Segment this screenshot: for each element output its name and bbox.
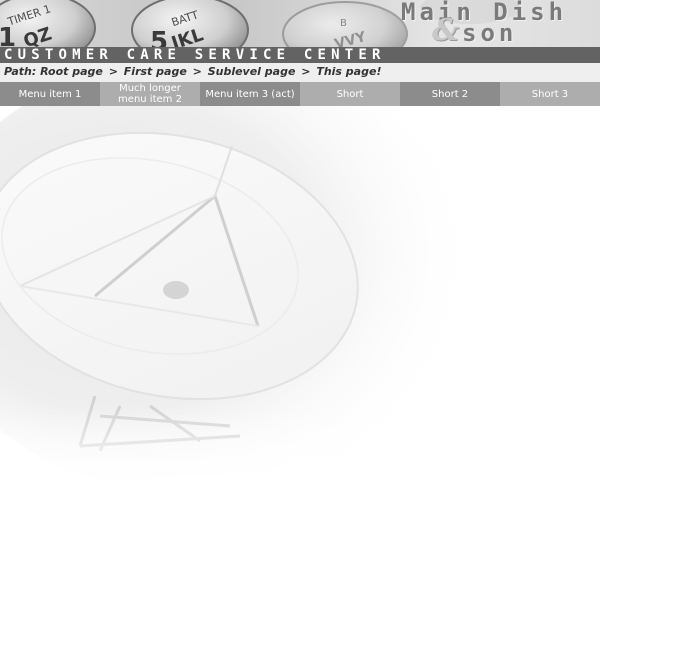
- breadcrumb-link-sublevel[interactable]: Sublevel page: [208, 65, 296, 78]
- page: 1 TIMER 1 QZ 5 BATT JKL B VVY Main Dish …: [0, 0, 683, 655]
- menu-item-2[interactable]: Much longer menu item 2: [100, 82, 200, 106]
- header-banner: 1 TIMER 1 QZ 5 BATT JKL B VVY Main Dish …: [0, 0, 600, 47]
- breadcrumb-link-root[interactable]: Root page: [40, 65, 103, 78]
- menu-item-short-3[interactable]: Short 3: [500, 82, 600, 106]
- brand-name-son: son: [462, 19, 518, 47]
- satellite-dish-illustration: [0, 106, 600, 486]
- breadcrumb: Path: Root page > First page > Sublevel …: [4, 65, 381, 79]
- site-subtitle: CUSTOMER CARE SERVICE CENTER: [4, 47, 386, 63]
- path-bar: Path: Root page > First page > Sublevel …: [0, 63, 600, 82]
- breadcrumb-separator: >: [301, 65, 311, 78]
- menu-item-short[interactable]: Short: [300, 82, 400, 106]
- menu-item-1[interactable]: Menu item 1: [0, 82, 100, 106]
- breadcrumb-current[interactable]: This page!: [316, 65, 381, 78]
- keypad-key-5: 5 BATT JKL: [131, 0, 249, 47]
- key-8-top: B: [340, 18, 347, 29]
- menu-item-short-2[interactable]: Short 2: [400, 82, 500, 106]
- breadcrumb-separator: >: [108, 65, 118, 78]
- subtitle-bar: CUSTOMER CARE SERVICE CENTER: [0, 47, 600, 63]
- menu-item-3-active[interactable]: Menu item 3 (act): [200, 82, 300, 106]
- key-5-number: 5: [150, 27, 168, 47]
- main-menu: Menu item 1 Much longer menu item 2 Menu…: [0, 82, 600, 106]
- keypad-key-1: 1 TIMER 1 QZ: [0, 0, 96, 47]
- breadcrumb-separator: >: [192, 65, 202, 78]
- keypad-key-8: B VVY: [282, 1, 408, 47]
- breadcrumb-label: Path:: [4, 65, 37, 78]
- brand-ampersand: &: [432, 13, 460, 47]
- breadcrumb-link-first[interactable]: First page: [124, 65, 187, 78]
